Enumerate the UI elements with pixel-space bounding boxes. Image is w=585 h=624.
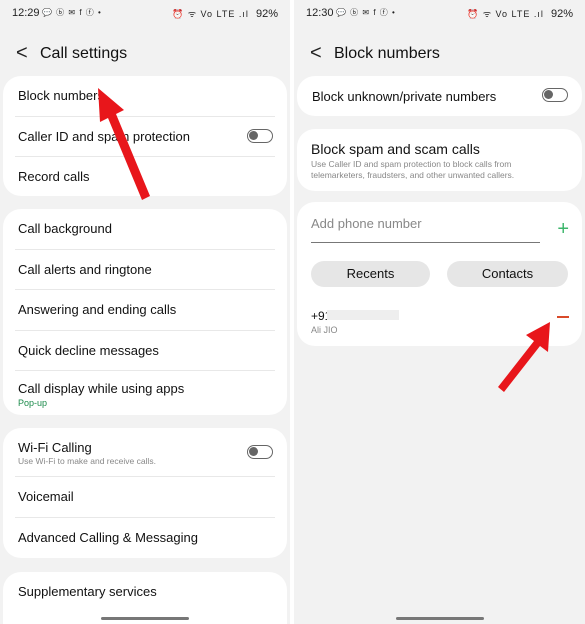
contacts-button[interactable]: Contacts — [447, 261, 568, 287]
signal-icon: ⏰ ᯤ Vo LTE .ıl — [172, 9, 249, 19]
home-indicator — [101, 617, 189, 620]
remove-minus-icon[interactable] — [557, 316, 569, 318]
status-right: ⏰ ᯤ Vo LTE .ıl 92% — [172, 7, 278, 20]
settings-card-3: Wi-Fi Calling Use Wi-Fi to make and rece… — [3, 428, 287, 558]
advanced-calling-item[interactable]: Advanced Calling & Messaging — [15, 518, 275, 558]
notification-icons: 💬 ⓑ ✉ f ⓕ • — [42, 8, 102, 17]
supplementary-label: Supplementary services — [18, 584, 157, 599]
redacted-blur — [327, 310, 399, 320]
block-unknown-item[interactable]: Block unknown/private numbers — [309, 76, 570, 116]
wifi-calling-toggle[interactable] — [247, 445, 273, 459]
quick-decline-item[interactable]: Quick decline messages — [15, 331, 275, 371]
block-numbers-screen: 12:30 💬 ⓑ ✉ f ⓕ • ⏰ ᯤ Vo LTE .ıl 92% < B… — [294, 0, 585, 624]
call-background-item[interactable]: Call background — [15, 209, 275, 250]
annotation-arrow-icon — [498, 322, 550, 392]
battery-level: 92% — [550, 8, 573, 20]
voicemail-item[interactable]: Voicemail — [15, 477, 275, 518]
status-time: 12:29 — [12, 7, 40, 19]
back-icon[interactable]: < — [310, 42, 322, 65]
blocked-name: Ali JIO — [311, 325, 338, 335]
call-alerts-label: Call alerts and ringtone — [18, 261, 152, 277]
annotation-arrow-icon — [98, 88, 150, 200]
spam-description: Use Caller ID and spam protection to blo… — [311, 159, 515, 180]
call-alerts-item[interactable]: Call alerts and ringtone — [15, 250, 275, 290]
header: < Block numbers — [294, 40, 585, 68]
call-display-sub: Pop-up — [18, 398, 48, 408]
voicemail-label: Voicemail — [18, 489, 74, 504]
settings-card-2: Call background Call alerts and ringtone… — [3, 209, 287, 415]
spam-card[interactable]: Block spam and scam calls Use Caller ID … — [297, 129, 582, 191]
back-icon[interactable]: < — [16, 42, 28, 65]
status-right: ⏰ ᯤ Vo LTE .ıl 92% — [467, 7, 573, 20]
answering-ending-label: Answering and ending calls — [18, 302, 177, 317]
wifi-calling-sub: Use Wi-Fi to make and receive calls. — [18, 456, 156, 466]
status-bar: 12:30 💬 ⓑ ✉ f ⓕ • ⏰ ᯤ Vo LTE .ıl 92% — [294, 0, 585, 26]
record-calls-label: Record calls — [18, 169, 90, 184]
notification-icons: 💬 ⓑ ✉ f ⓕ • — [336, 8, 396, 17]
call-display-item[interactable]: Call display while using apps Pop-up — [15, 371, 275, 417]
call-background-label: Call background — [18, 221, 112, 236]
spam-title: Block spam and scam calls — [311, 141, 480, 157]
caller-id-toggle[interactable] — [247, 128, 273, 143]
wifi-calling-label: Wi-Fi Calling — [18, 440, 92, 455]
block-unknown-label: Block unknown/private numbers — [312, 89, 497, 104]
supplementary-item[interactable]: Supplementary services — [15, 572, 275, 612]
quick-decline-label: Quick decline messages — [18, 342, 159, 358]
page-title: Call settings — [40, 45, 128, 62]
wifi-calling-item[interactable]: Wi-Fi Calling Use Wi-Fi to make and rece… — [15, 428, 275, 477]
input-underline — [311, 242, 540, 243]
answering-ending-item[interactable]: Answering and ending calls — [15, 290, 275, 331]
call-settings-screen: 12:29 💬 ⓑ ✉ f ⓕ • ⏰ ᯤ Vo LTE .ıl 92% < C… — [0, 0, 290, 624]
signal-icon: ⏰ ᯤ Vo LTE .ıl — [467, 9, 544, 19]
block-unknown-toggle[interactable] — [542, 88, 568, 102]
status-time: 12:30 — [306, 7, 334, 19]
advanced-calling-label: Advanced Calling & Messaging — [18, 529, 198, 545]
call-display-label: Call display while using apps — [18, 381, 185, 396]
block-unknown-card: Block unknown/private numbers — [297, 76, 582, 116]
page-title: Block numbers — [334, 45, 440, 62]
add-number-input[interactable]: Add phone number — [311, 216, 422, 231]
header: < Call settings — [0, 40, 290, 68]
home-indicator — [395, 617, 484, 620]
add-plus-icon[interactable]: + — [557, 218, 569, 241]
recents-button[interactable]: Recents — [311, 261, 430, 287]
status-bar: 12:29 💬 ⓑ ✉ f ⓕ • ⏰ ᯤ Vo LTE .ıl 92% — [0, 0, 290, 26]
battery-level: 92% — [255, 8, 278, 20]
